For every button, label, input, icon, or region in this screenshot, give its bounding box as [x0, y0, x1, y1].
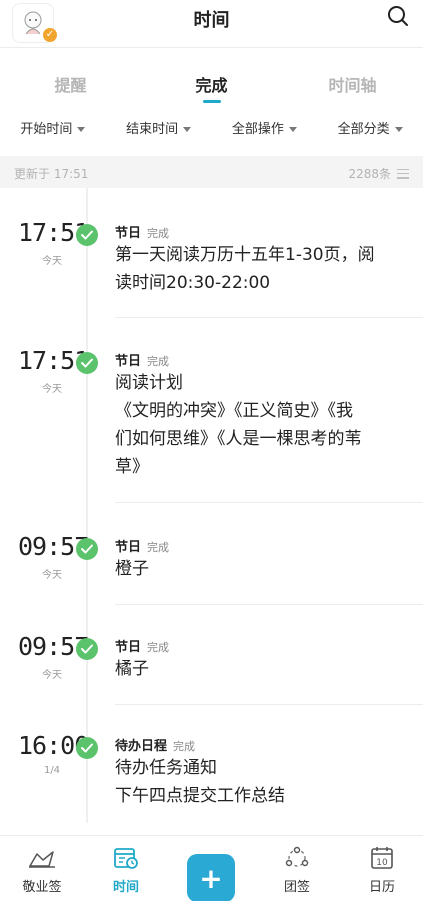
- calendar-day-text: 10: [376, 858, 388, 868]
- entry-divider: [115, 317, 423, 318]
- nav-label: 敬业签: [22, 880, 62, 895]
- entry-category: 节日: [115, 540, 142, 555]
- tab-reminder[interactable]: 提醒: [0, 48, 141, 108]
- filter-label: 全部操作: [231, 122, 284, 137]
- entry-divider: [115, 502, 423, 503]
- add-button[interactable]: +: [187, 854, 235, 901]
- add-icon: +: [199, 861, 223, 895]
- tab-timeline[interactable]: 时间轴: [282, 48, 423, 108]
- entry-text-line: 下午四点提交工作总结: [115, 786, 285, 806]
- check-icon: [76, 638, 98, 660]
- entry-text-line: 待办任务通知: [115, 758, 217, 778]
- check-icon: [76, 352, 98, 374]
- nav-label: 日历: [368, 880, 395, 895]
- filter-all-actions[interactable]: 全部操作: [212, 118, 318, 144]
- entry-state: 完成: [147, 355, 170, 368]
- entry-category-row: 节日 完成: [115, 350, 405, 369]
- tab-bar: 提醒 完成 时间轴: [0, 48, 423, 108]
- tab-label: 完成: [195, 76, 228, 95]
- filter-start-time[interactable]: 开始时间: [0, 118, 106, 144]
- nav-label: 时间: [112, 880, 139, 895]
- entry-date: 今天: [42, 670, 62, 681]
- active-tab-indicator: [202, 100, 221, 103]
- timeline-line: [86, 188, 88, 823]
- team-icon: [285, 846, 309, 867]
- check-icon: [76, 224, 98, 246]
- entry-text-line: 阅读计划: [115, 373, 183, 393]
- entry-text-line: 第一天阅读万历十五年1-30页，阅: [115, 245, 375, 265]
- caret-down-icon: [183, 127, 192, 132]
- timeline-list: 17:51 今天 节日 完成 第一天阅读万历十五年1-30页，阅 读时间20:30…: [0, 188, 423, 823]
- entry-category: 节日: [115, 640, 142, 655]
- bottom-nav: 敬业签 时间 + 团签 10 日历: [0, 835, 423, 901]
- entry-text-line: 《文明的冲突》《正义简史》《我: [115, 401, 353, 421]
- caret-down-icon: [394, 127, 403, 132]
- entry-date: 1/4: [43, 765, 61, 776]
- filter-end-time[interactable]: 结束时间: [106, 118, 212, 144]
- tab-label: 时间轴: [328, 76, 377, 95]
- entry-text-line: 橘子: [115, 659, 149, 679]
- app-header: ✓ 时间: [0, 0, 423, 48]
- entry-text-line: 读时间20:30-22:00: [115, 273, 271, 293]
- filter-label: 全部分类: [337, 122, 390, 137]
- entry-divider: [115, 604, 423, 605]
- caret-down-icon: [77, 127, 86, 132]
- entry-date: 今天: [42, 384, 62, 395]
- entry-state: 完成: [147, 227, 170, 240]
- nav-label: 团签: [283, 880, 310, 895]
- updated-time: 更新于 17:51: [14, 167, 89, 181]
- check-icon: [76, 538, 98, 560]
- filter-label: 开始时间: [20, 122, 73, 137]
- tab-label: 提醒: [54, 76, 87, 95]
- entry-text-line: 草》: [115, 457, 149, 477]
- search-icon[interactable]: [387, 5, 409, 27]
- status-bar: 更新于 17:51 2288条: [0, 156, 423, 188]
- calendar-icon: 10: [371, 847, 393, 869]
- entry-category: 待办日程: [115, 739, 168, 754]
- entry-category-row: 节日 完成: [115, 536, 405, 555]
- entry-text-line: 橙子: [115, 559, 149, 579]
- entry-category-row: 待办日程 完成: [115, 735, 405, 754]
- entry-date: 今天: [42, 570, 62, 581]
- entry-category-row: 节日 完成: [115, 636, 405, 655]
- list-menu-icon: [397, 168, 409, 179]
- entry-state: 完成: [147, 641, 170, 654]
- nav-jingyeqian[interactable]: 敬业签: [2, 846, 82, 895]
- entry-category: 节日: [115, 226, 142, 241]
- record-count-text: 2288条: [348, 167, 391, 181]
- filter-label: 结束时间: [126, 122, 179, 137]
- entry-divider: [115, 704, 423, 705]
- entry-date: 今天: [42, 256, 62, 267]
- record-count[interactable]: 2288条: [348, 165, 409, 182]
- entry-text-line: 们如何思维》《人是一棵思考的苇: [115, 429, 362, 449]
- entry-state: 完成: [147, 541, 170, 554]
- logo-icon: [29, 851, 55, 868]
- filter-all-categories[interactable]: 全部分类: [317, 118, 423, 144]
- page-title: 时间: [193, 10, 230, 31]
- entry-state: 完成: [173, 740, 196, 753]
- filter-bar: 开始时间 结束时间 全部操作 全部分类: [0, 118, 423, 144]
- caret-down-icon: [288, 127, 297, 132]
- check-icon: [76, 737, 98, 759]
- entry-category: 节日: [115, 354, 142, 369]
- nav-team[interactable]: 团签: [257, 846, 337, 895]
- calendar-clock-icon: [114, 848, 138, 869]
- nav-calendar[interactable]: 10 日历: [342, 846, 422, 895]
- tab-done[interactable]: 完成: [141, 48, 282, 108]
- entry-category-row: 节日 完成: [115, 222, 405, 241]
- nav-time[interactable]: 时间: [86, 846, 166, 895]
